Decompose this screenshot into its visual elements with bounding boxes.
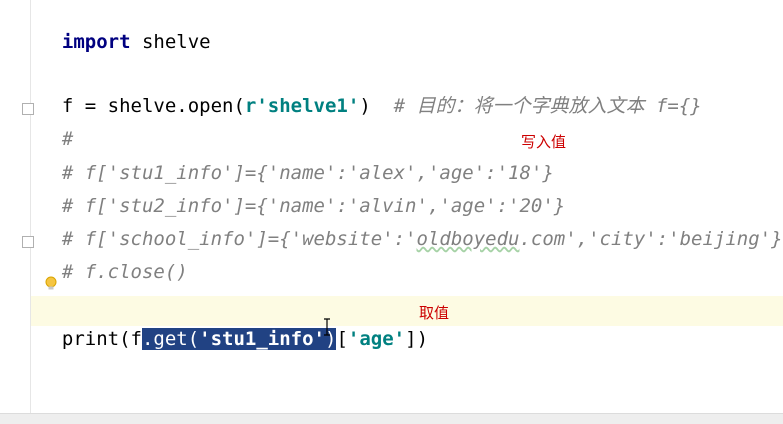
editor-bottom-bar [0,413,783,424]
text-cursor-icon [324,318,330,336]
code-line-6[interactable]: # f['school_info']={'website':'oldboyedu… [39,197,783,250]
string-literal: 'age' [347,328,406,350]
code-comment: # 目的：将一个字典放入文本 f={} [393,95,702,117]
code-line-4[interactable]: # f['stu1_info']={'name':'alex','age':'1… [39,131,554,184]
editor-gutter [0,0,30,424]
keyword-import: import [61,31,131,53]
annotation-write-value: 写入值 [521,133,567,151]
code-text: ) [359,95,394,117]
code-text: [ [336,328,348,350]
code-text: ]) [405,328,429,350]
string-literal: r'shelve1' [244,95,360,117]
fold-marker-icon[interactable] [22,236,34,248]
fold-marker-icon[interactable] [22,103,34,115]
code-line-1[interactable]: import shelve [39,0,211,53]
code-text: f = shelve.open( [61,95,245,117]
selected-code[interactable]: .get('stu1_info') [141,328,337,350]
code-comment: .com','city':'beijing'} [519,228,783,250]
code-line-7[interactable]: # f.close() [39,230,188,283]
code-comment-typo: oldboyedu [416,228,520,250]
gutter-divider [30,0,31,424]
code-line-2[interactable]: f = shelve.open(r'shelve1') # 目的：将一个字典放入… [39,64,702,117]
annotation-read-value: 取值 [419,304,450,322]
code-text: shelve [130,31,211,53]
code-line-3[interactable]: # [39,97,73,150]
code-line-5[interactable]: # f['stu2_info']={'name':'alvin','age':'… [39,164,565,217]
string-literal: 'stu1_info' [199,328,326,350]
code-text: print(f [61,328,142,350]
code-line-8[interactable]: print(f.get('stu1_info')['age']) [39,297,428,350]
code-comment: # f.close() [61,261,188,283]
lightbulb-icon[interactable] [44,276,58,292]
code-text: .get( [141,328,200,350]
